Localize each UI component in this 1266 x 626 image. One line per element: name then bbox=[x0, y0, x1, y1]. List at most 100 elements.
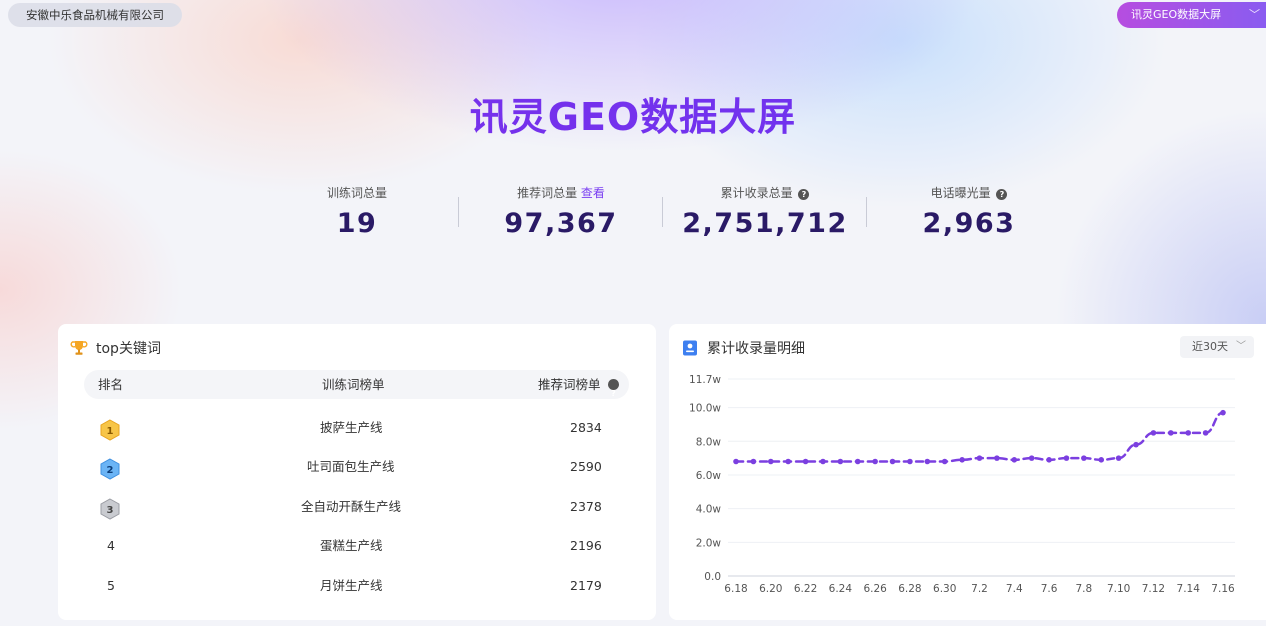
report-icon bbox=[683, 340, 697, 356]
keyword-rank: 4 bbox=[107, 538, 115, 553]
x-tick-label: 6.30 bbox=[933, 583, 956, 595]
x-tick-label: 7.8 bbox=[1076, 583, 1093, 595]
keyword-name: 蛋糕生产线 bbox=[320, 538, 383, 553]
top-keywords-card: top关键词 排名 训练词榜单 推荐词榜单 ? 1 披萨生产线 2834 2 吐… bbox=[58, 324, 656, 620]
data-point bbox=[941, 458, 948, 465]
data-point bbox=[872, 458, 878, 465]
stat-value: 2,963 bbox=[922, 208, 1016, 239]
data-point bbox=[820, 458, 826, 465]
x-tick-label: 7.14 bbox=[1177, 583, 1201, 595]
table-row: 2 吐司面包生产线 2590 bbox=[84, 448, 629, 486]
x-tick-label: 7.12 bbox=[1142, 583, 1165, 595]
data-point bbox=[959, 457, 965, 463]
medal-rank: 1 bbox=[107, 426, 114, 437]
x-tick-label: 6.26 bbox=[863, 583, 887, 595]
data-point bbox=[785, 458, 791, 465]
gold-medal-icon: 1 bbox=[100, 419, 120, 441]
stat-value: 19 bbox=[336, 208, 378, 239]
data-point bbox=[733, 458, 739, 465]
x-tick-label: 7.4 bbox=[1006, 583, 1023, 595]
stat-train-words: 训练词总量 19 bbox=[255, 184, 459, 239]
keyword-name: 披萨生产线 bbox=[320, 420, 383, 435]
keyword-name: 全自动开酥生产线 bbox=[301, 499, 402, 514]
y-tick-label: 6.0w bbox=[696, 470, 722, 482]
view-link[interactable]: 查看 bbox=[581, 186, 605, 200]
card-header: 累计收录量明细 bbox=[681, 338, 805, 358]
y-tick-label: 11.7w bbox=[689, 374, 721, 386]
data-point bbox=[1098, 457, 1105, 463]
data-point bbox=[976, 455, 983, 461]
data-point bbox=[1185, 430, 1192, 436]
stat-label: 训练词总量 bbox=[326, 186, 387, 200]
collection-detail-card: 累计收录量明细 近30天 ﹀ 0.0 2.0w 4.0w 6.0w 8.0w 10.0w 1… bbox=[669, 324, 1266, 620]
data-point bbox=[750, 458, 757, 465]
series-line bbox=[734, 411, 1225, 463]
data-point bbox=[1133, 441, 1139, 448]
stat-phone-exposure: 电话曝光量 ? 2,963 bbox=[867, 184, 1071, 239]
stat-recommend-words: 推荐词总量 查看 97,367 bbox=[459, 184, 663, 239]
x-tick-label: 7.16 bbox=[1211, 583, 1235, 595]
stat-label: 推荐词总量 bbox=[517, 186, 578, 200]
keyword-count: 2196 bbox=[570, 538, 602, 553]
data-point bbox=[1081, 455, 1087, 461]
x-tick-label: 6.20 bbox=[759, 583, 782, 595]
keyword-count: 2590 bbox=[570, 459, 602, 474]
chevron-down-icon: ﹀ bbox=[1236, 341, 1246, 352]
stat-total-collected: 累计收录总量 ? 2,751,712 bbox=[663, 184, 867, 239]
keyword-name: 吐司面包生产线 bbox=[307, 459, 395, 474]
data-point bbox=[1046, 457, 1052, 463]
data-point bbox=[907, 458, 913, 465]
x-tick-label: 6.22 bbox=[794, 583, 817, 595]
data-point bbox=[1202, 430, 1209, 436]
y-tick-label: 10.0w bbox=[689, 403, 721, 415]
x-tick-label: 6.24 bbox=[829, 583, 853, 595]
data-point bbox=[854, 458, 861, 465]
x-tick-label: 7.2 bbox=[971, 583, 988, 595]
data-point bbox=[889, 458, 896, 465]
chevron-down-icon: ﹀ bbox=[1249, 8, 1260, 21]
help-icon[interactable]: ? bbox=[608, 379, 619, 398]
data-point bbox=[1150, 430, 1157, 436]
y-tick-label: 0.0 bbox=[704, 571, 721, 583]
data-point bbox=[994, 455, 1000, 461]
x-tick-label: 7.6 bbox=[1041, 583, 1058, 595]
data-point bbox=[802, 458, 809, 465]
screen-select-label: 讯灵GEO数据大屏 bbox=[1131, 8, 1222, 21]
table-row: 5 月饼生产线 2179 bbox=[84, 567, 629, 605]
y-tick-label: 2.0w bbox=[696, 537, 722, 549]
screen-select-dropdown[interactable]: 讯灵GEO数据大屏 ﹀ bbox=[1117, 2, 1266, 28]
card-title: top关键词 bbox=[96, 341, 161, 357]
stats-row: 训练词总量 19 推荐词总量 查看 97,367 累计收录总量 ? 2,751,… bbox=[255, 184, 1015, 244]
stat-value: 97,367 bbox=[504, 208, 618, 239]
help-icon[interactable]: ? bbox=[996, 189, 1008, 200]
data-point bbox=[924, 458, 931, 465]
y-tick-label: 4.0w bbox=[696, 504, 722, 516]
data-point bbox=[1028, 455, 1035, 461]
medal-rank: 2 bbox=[107, 465, 114, 476]
table-row: 3 全自动开酥生产线 2378 bbox=[84, 488, 629, 526]
keyword-count: 2179 bbox=[570, 578, 602, 593]
col-rank: 排名 bbox=[98, 377, 124, 392]
range-select[interactable]: 近30天 ﹀ bbox=[1180, 336, 1254, 358]
data-point bbox=[767, 458, 774, 465]
silver-medal-icon: 3 bbox=[100, 498, 120, 520]
stat-label: 电话曝光量 bbox=[930, 186, 991, 200]
keyword-name: 月饼生产线 bbox=[320, 578, 383, 593]
stat-label: 累计收录总量 bbox=[720, 186, 793, 200]
blue-medal-icon: 2 bbox=[100, 458, 120, 480]
company-name: 安徽中乐食品机械有限公司 bbox=[8, 3, 182, 27]
keyword-count: 2834 bbox=[570, 420, 602, 435]
data-point bbox=[1115, 455, 1122, 461]
data-point bbox=[1168, 430, 1174, 436]
data-point bbox=[1011, 457, 1018, 463]
trophy-icon bbox=[70, 341, 88, 355]
card-header: top关键词 bbox=[70, 338, 161, 358]
help-icon[interactable]: ? bbox=[798, 189, 810, 200]
data-point bbox=[837, 458, 844, 465]
card-title: 累计收录量明细 bbox=[707, 341, 805, 357]
keyword-rank: 5 bbox=[107, 578, 115, 593]
y-tick-label: 8.0w bbox=[696, 436, 722, 448]
table-row: 4 蛋糕生产线 2196 bbox=[84, 527, 629, 565]
table-header: 排名 训练词榜单 推荐词榜单 ? bbox=[84, 370, 629, 399]
col-train-list: 训练词榜单 bbox=[322, 377, 385, 392]
